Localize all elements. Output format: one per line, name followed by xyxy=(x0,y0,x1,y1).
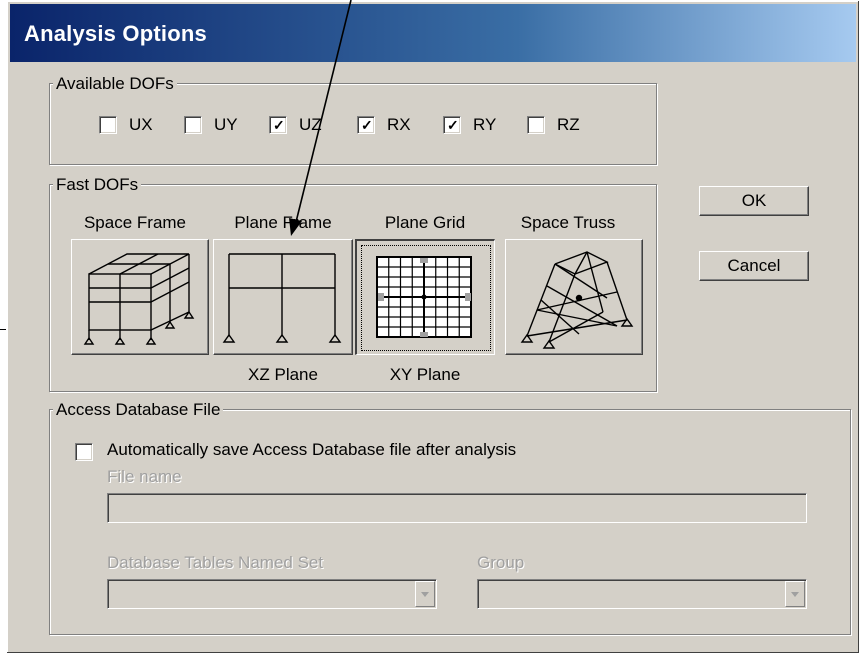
annotation-arrow xyxy=(289,0,352,236)
